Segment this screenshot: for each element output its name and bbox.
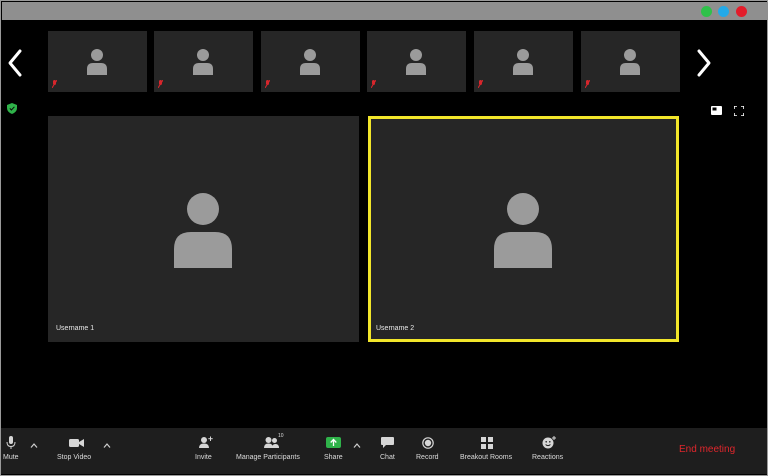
breakout-rooms-button[interactable]: Breakout Rooms <box>457 428 517 474</box>
chat-bubble-icon <box>381 437 394 448</box>
emoji-reaction-icon <box>542 436 556 449</box>
person-icon <box>406 49 426 75</box>
manage-participants-label: Manage Participants <box>236 454 300 461</box>
participant-name: Username 2 <box>376 325 415 332</box>
end-meeting-button[interactable]: End meeting <box>679 444 735 455</box>
stop-video-label: Stop Video <box>57 454 92 461</box>
video-tile-username-1[interactable]: Username 1 <box>48 116 359 342</box>
mute-label: Mute <box>3 454 19 461</box>
person-icon <box>494 193 552 268</box>
title-bar <box>2 2 768 20</box>
audio-options-chevron-up-icon[interactable] <box>30 443 38 448</box>
person-icon <box>193 49 213 75</box>
share-options-chevron-up-icon[interactable] <box>353 443 361 448</box>
reactions-button[interactable]: Reactions <box>529 428 569 474</box>
manage-participants-button[interactable]: 10 Manage Participants <box>234 428 308 474</box>
breakout-rooms-label: Breakout Rooms <box>460 454 513 461</box>
mic-muted-icon <box>265 80 270 88</box>
mic-muted-icon <box>158 80 163 88</box>
add-person-icon <box>199 436 213 448</box>
mic-muted-icon <box>52 80 57 88</box>
person-icon <box>174 193 232 268</box>
fullscreen-icon[interactable] <box>734 106 744 116</box>
next-page-chevron-icon[interactable] <box>695 46 713 80</box>
mic-muted-icon <box>371 80 376 88</box>
participant-thumbnail[interactable] <box>48 31 147 92</box>
participant-thumbnail[interactable] <box>367 31 466 92</box>
record-button[interactable]: Record <box>413 428 443 474</box>
video-tile-username-2-active-speaker[interactable]: Username 2 <box>368 116 679 342</box>
close-window-button[interactable] <box>736 6 747 17</box>
participant-thumbnail[interactable] <box>154 31 253 92</box>
person-icon <box>300 49 320 75</box>
share-screen-button[interactable]: Share <box>321 428 347 474</box>
microphone-icon <box>6 436 16 449</box>
person-icon <box>513 49 533 75</box>
meeting-toolbar: Mute Stop Video Invite 10 Manage Partici… <box>1 428 767 474</box>
participant-thumbnail[interactable] <box>474 31 573 92</box>
speaker-view-icon[interactable] <box>711 106 722 115</box>
participant-name: Username 1 <box>56 325 95 332</box>
share-label: Share <box>324 454 343 461</box>
participant-thumbnail[interactable] <box>261 31 360 92</box>
person-icon <box>87 49 107 75</box>
record-icon <box>422 437 434 449</box>
reactions-label: Reactions <box>532 454 564 461</box>
breakout-rooms-grid-icon <box>481 437 493 449</box>
invite-button[interactable]: Invite <box>189 428 221 474</box>
security-shield-icon[interactable] <box>7 103 17 114</box>
mic-muted-icon <box>478 80 483 88</box>
record-label: Record <box>416 454 439 461</box>
share-screen-icon <box>326 437 341 448</box>
invite-label: Invite <box>195 454 212 461</box>
video-options-chevron-up-icon[interactable] <box>103 443 111 448</box>
video-camera-icon <box>69 439 84 447</box>
stop-video-button[interactable]: Stop Video <box>51 428 101 474</box>
chat-label: Chat <box>380 454 395 461</box>
previous-page-chevron-icon[interactable] <box>6 46 24 80</box>
participant-thumbnail[interactable] <box>581 31 680 92</box>
mic-muted-icon <box>585 80 590 88</box>
participant-count: 10 <box>278 433 284 439</box>
person-icon <box>620 49 640 75</box>
mute-button[interactable]: Mute <box>1 428 23 474</box>
minimize-window-button[interactable] <box>718 6 729 17</box>
chat-button[interactable]: Chat <box>375 428 401 474</box>
maximize-window-button[interactable] <box>701 6 712 17</box>
